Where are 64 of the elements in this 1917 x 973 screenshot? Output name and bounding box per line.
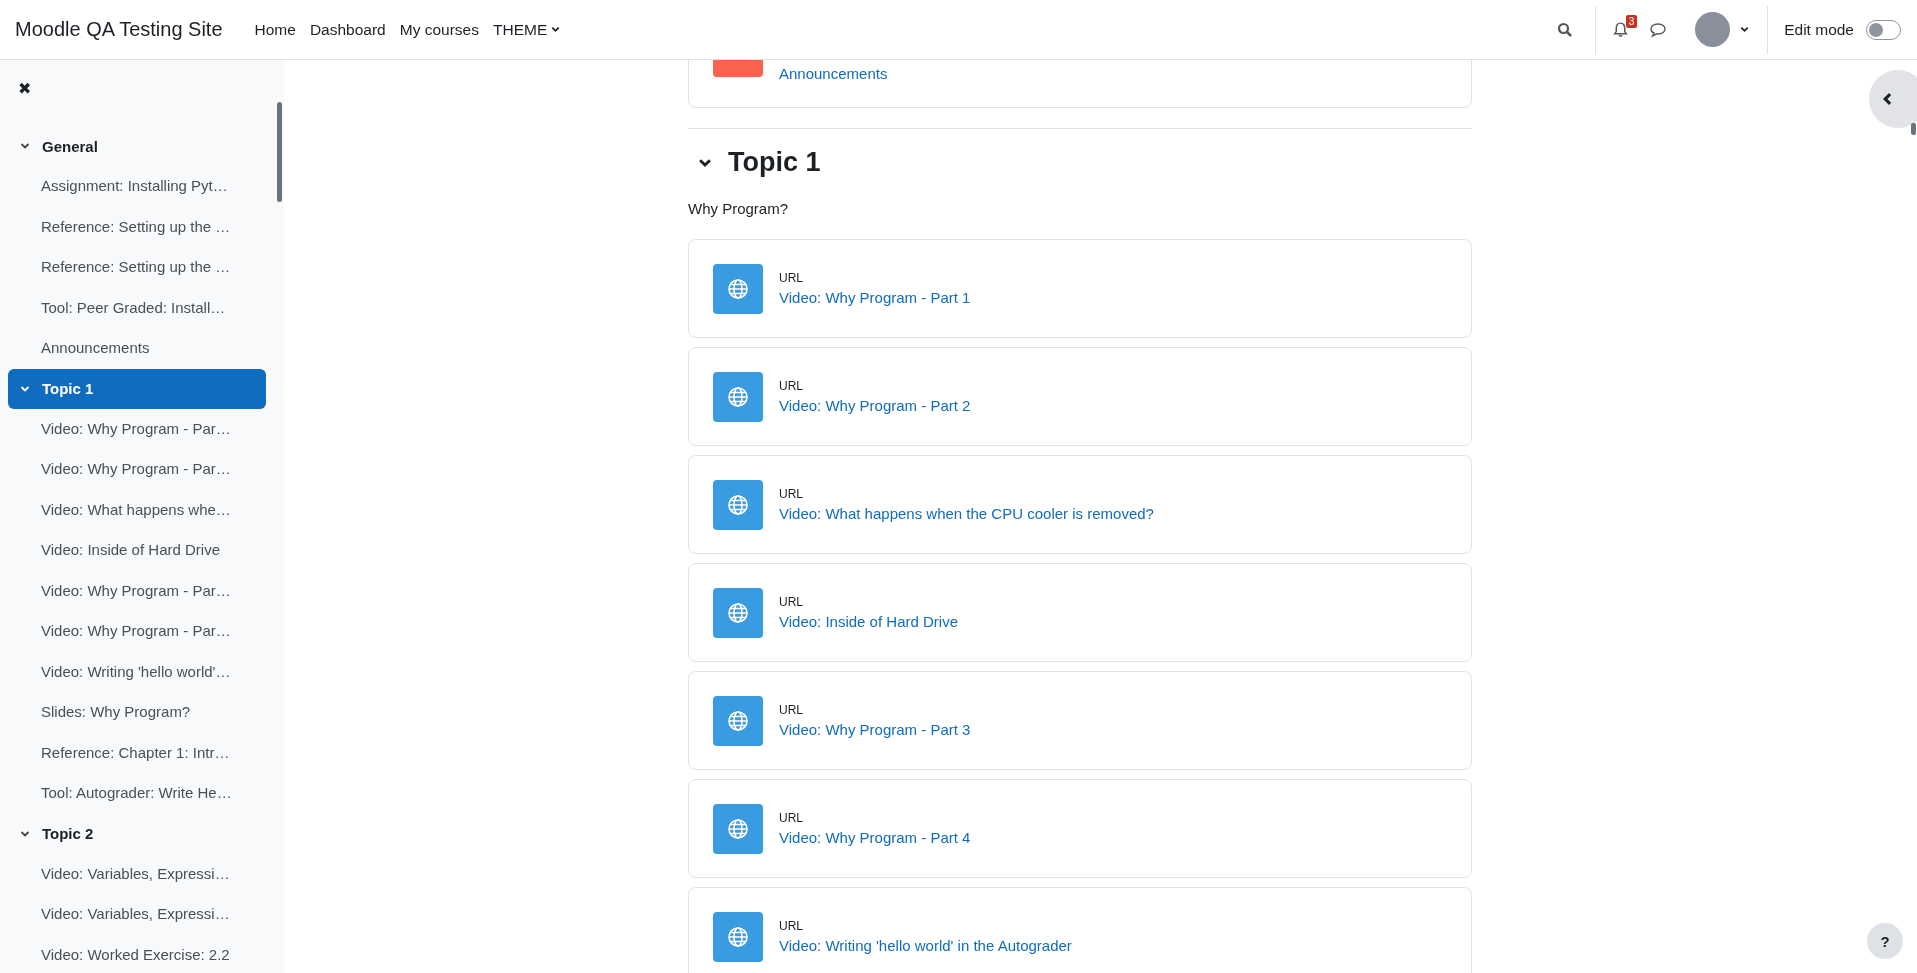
globe-icon — [713, 371, 763, 422]
activity-type: URL — [779, 595, 804, 609]
course-index-link[interactable]: Tool: Peer Graded: Install… — [8, 287, 266, 328]
help-button[interactable]: ? — [1867, 923, 1903, 959]
course-section-item[interactable]: Topic 2 — [8, 813, 266, 854]
course-index-link[interactable]: Video: Variables, Expressi… — [8, 894, 266, 935]
course-index-link[interactable]: Video: Inside of Hard Drive — [8, 530, 266, 571]
globe-icon — [713, 587, 763, 638]
activity-link[interactable]: Video: Why Program - Part 3 — [779, 721, 971, 738]
nav-link[interactable]: THEME — [485, 12, 568, 47]
globe-icon — [713, 479, 763, 530]
activity-link[interactable]: Video: Why Program - Part 4 — [779, 829, 971, 846]
activity-type: URL — [779, 811, 804, 825]
nav-link[interactable]: Dashboard — [302, 12, 393, 47]
activity-link[interactable]: Video: Inside of Hard Drive — [779, 613, 958, 630]
course-index-link[interactable]: Video: Writing 'hello world'… — [8, 651, 266, 692]
course-index-link[interactable]: Tool: Autograder: Write He… — [8, 773, 266, 814]
activity-link[interactable]: Video: Why Program - Part 2 — [779, 397, 971, 414]
scrollbar-thumb[interactable] — [277, 102, 282, 202]
course-index-link[interactable]: Reference: Setting up the … — [8, 247, 266, 288]
course-section-item[interactable]: Topic 1 — [8, 368, 266, 409]
edit-mode-switch[interactable] — [1866, 19, 1901, 40]
course-index-link[interactable]: Assignment: Installing Pyt… — [8, 166, 266, 207]
globe-icon — [713, 263, 763, 314]
course-index-link[interactable]: Slides: Why Program? — [8, 692, 266, 733]
activity-link[interactable]: Video: Why Program - Part 1 — [779, 289, 971, 306]
course-section-item[interactable]: General — [8, 126, 266, 166]
course-index-link[interactable]: Reference: Setting up the … — [8, 206, 266, 247]
course-index-link[interactable]: Video: Why Program - Par… — [8, 408, 266, 449]
user-avatar[interactable] — [1695, 12, 1731, 47]
scrollbar-thumb[interactable] — [1911, 123, 1916, 135]
activity-type: URL — [779, 379, 804, 393]
edit-mode-label: Edit mode — [1784, 20, 1854, 39]
globe-icon — [713, 911, 763, 962]
search-icon[interactable] — [1557, 21, 1574, 38]
course-index-link[interactable]: Video: Why Program - Par… — [8, 611, 266, 652]
activity-type: URL — [779, 271, 804, 285]
activity-type: URL — [779, 919, 804, 933]
activity-link[interactable]: Announcements — [779, 65, 888, 82]
activity-link[interactable]: Video: Writing 'hello world' in the Autograder — [779, 937, 1072, 954]
section-summary: Why Program? — [688, 200, 790, 217]
course-index-link[interactable]: Video: Variables, Expressi… — [8, 853, 266, 894]
close-button[interactable]: ✖ — [18, 74, 284, 104]
course-index-link[interactable]: Video: Why Program - Par… — [8, 570, 266, 611]
course-index-link[interactable]: Announcements — [8, 328, 266, 369]
chevron-icon — [20, 141, 30, 151]
course-index-link[interactable]: Video: Worked Exercise: 2.2 — [8, 934, 266, 973]
globe-icon — [713, 695, 763, 746]
course-index-link[interactable]: Reference: Chapter 1: Intr… — [8, 732, 266, 773]
nav-link[interactable]: Home — [247, 12, 303, 47]
site-name[interactable]: Moodle QA Testing Site — [15, 18, 223, 41]
activity-link[interactable]: Video: What happens when the CPU cooler is removed? — [779, 505, 1154, 522]
chat-bubble-icon[interactable] — [1649, 21, 1668, 38]
drawer-toggle-button[interactable] — [1869, 70, 1917, 128]
section-title: Topic 1 — [728, 147, 821, 178]
course-index-link[interactable]: Video: Why Program - Par… — [8, 449, 266, 490]
caret-icon[interactable] — [1740, 25, 1750, 34]
globe-icon — [713, 803, 763, 854]
course-index-link[interactable]: Video: What happens whe… — [8, 489, 266, 530]
notification-count: 3 — [1625, 15, 1638, 28]
activity-type: URL — [779, 703, 804, 717]
nav-link[interactable]: My courses — [392, 12, 486, 47]
activity-type: URL — [779, 487, 804, 501]
bell-icon[interactable] — [1612, 21, 1630, 38]
